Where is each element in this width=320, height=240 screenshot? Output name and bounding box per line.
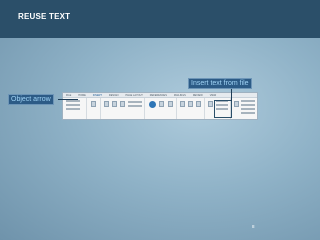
callout-object-arrow: Object arrow [8,94,54,105]
store-icon[interactable] [149,101,156,108]
text-from-file-button[interactable] [241,112,255,114]
ribbon-tab-home[interactable]: HOME [78,94,86,97]
page-number: 8 [252,224,255,229]
object-arrow-connector [58,99,78,100]
ribbon-group-text [231,98,257,119]
ribbon-tab-review[interactable]: REVIEW [193,94,203,97]
ribbon-tab-references[interactable]: REFERENCES [150,94,167,97]
bookmark-icon[interactable] [196,101,201,107]
comment-icon[interactable] [208,101,213,107]
cover-page-button[interactable] [66,100,80,102]
ribbon-group-pages [63,98,87,119]
page-break-button[interactable] [66,108,80,110]
shapes-icon[interactable] [120,101,125,107]
ribbon-tab-page-layout[interactable]: PAGE LAYOUT [126,94,143,97]
quick-parts-button[interactable] [241,100,255,102]
table-icon[interactable] [91,101,96,107]
chart-button[interactable] [128,105,142,107]
smartart-button[interactable] [128,101,142,103]
pictures-icon[interactable] [104,101,109,107]
object-button[interactable] [241,108,255,110]
slide-title: REUSE TEXT [18,12,71,21]
blank-page-button[interactable] [66,104,80,106]
my-apps-icon[interactable] [159,101,164,107]
ribbon-tab-mailings[interactable]: MAILINGS [174,94,186,97]
ribbon-group-tables [87,98,101,119]
wikipedia-icon[interactable] [168,101,173,107]
text-box-icon[interactable] [234,101,239,107]
ribbon-tab-view[interactable]: VIEW [210,94,216,97]
ribbon-group-apps [145,98,177,119]
online-video-icon[interactable] [180,101,185,107]
wordart-button[interactable] [241,104,255,106]
online-pictures-icon[interactable] [112,101,117,107]
callout-insert-text-from-file: Insert text from file [188,78,252,89]
object-menu-highlight [214,100,232,118]
hyperlink-icon[interactable] [188,101,193,107]
ribbon-group-illustrations [101,98,145,119]
ribbon-tab-file[interactable]: FILE [66,94,71,97]
ribbon-group-media-links [177,98,205,119]
ribbon-tab-insert[interactable]: INSERT [93,94,102,97]
ribbon-tab-design[interactable]: DESIGN [109,94,119,97]
